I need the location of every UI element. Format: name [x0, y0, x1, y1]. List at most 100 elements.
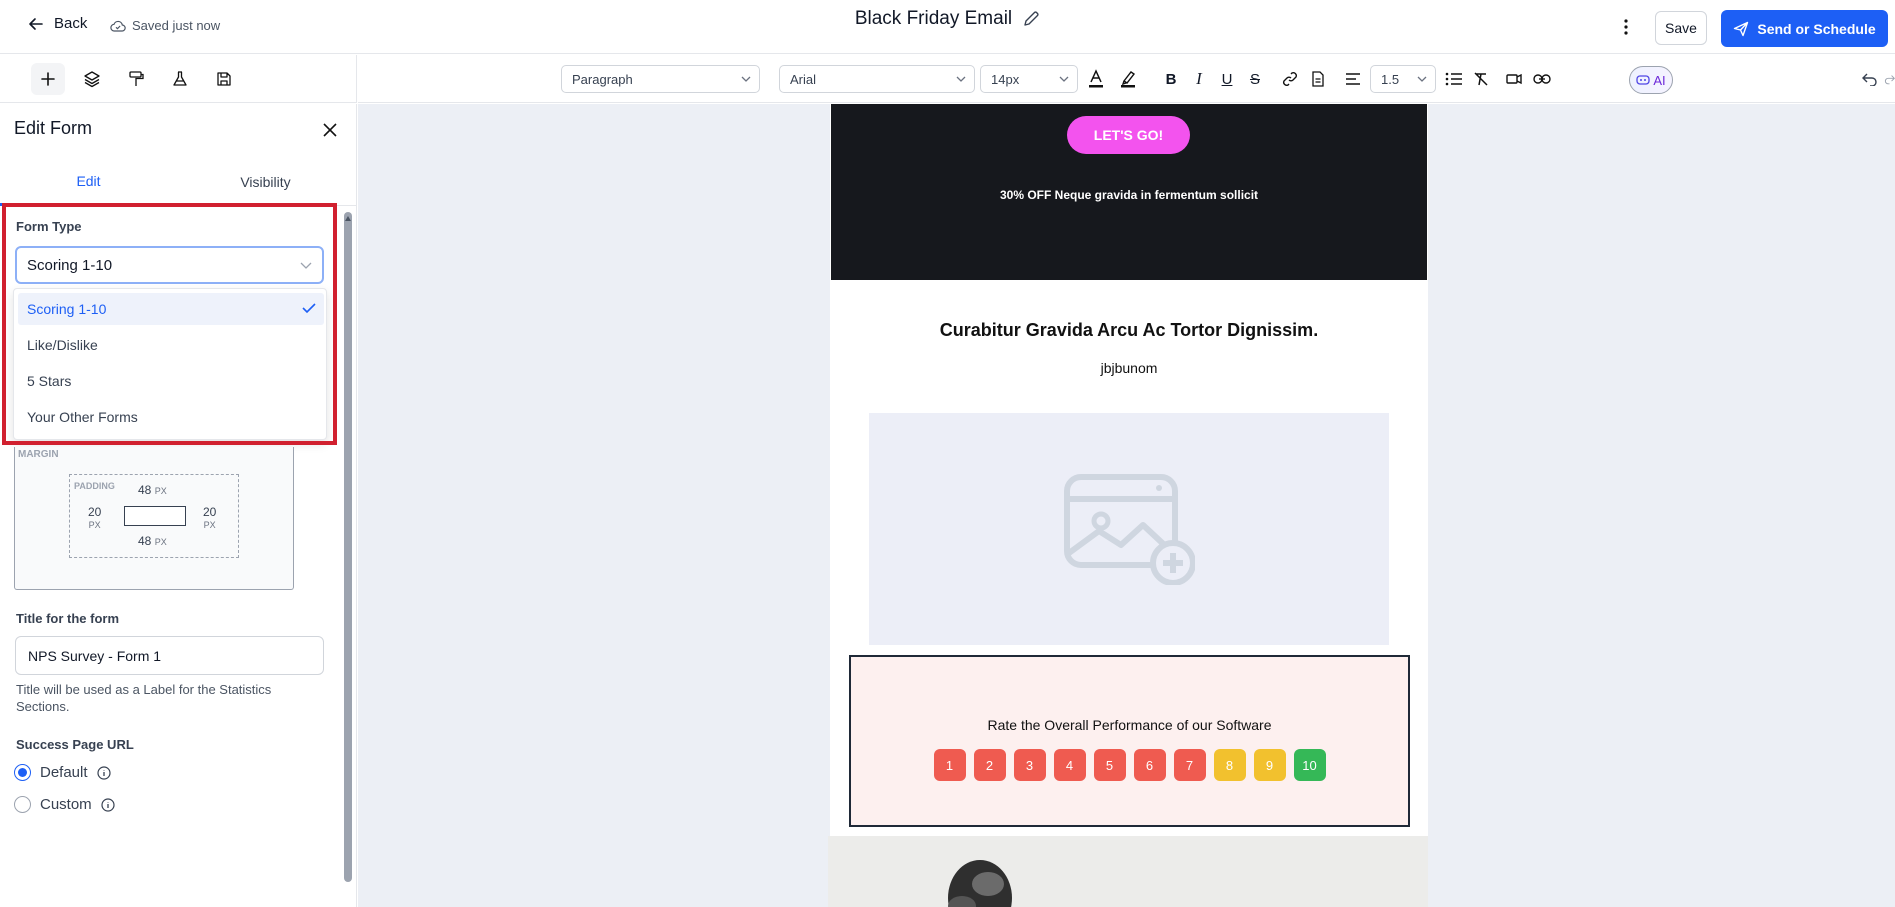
radio-label: Default [40, 764, 88, 781]
save-template-button[interactable] [207, 63, 241, 95]
scroll-up-arrow-icon[interactable] [344, 212, 352, 224]
bold-button[interactable]: B [1159, 67, 1183, 91]
clear-format-button[interactable] [1469, 67, 1493, 91]
embed-button[interactable] [1502, 67, 1526, 91]
padding-top-value[interactable]: 48 PX [138, 484, 167, 497]
chevron-down-icon [956, 76, 966, 82]
redo-icon [1884, 75, 1895, 85]
score-button-7[interactable]: 7 [1173, 749, 1206, 781]
align-left-icon [1346, 73, 1360, 85]
strikethrough-button[interactable]: S [1243, 67, 1267, 91]
option-label: Scoring 1-10 [27, 301, 107, 317]
nps-survey-block[interactable]: Rate the Overall Performance of our Soft… [849, 655, 1410, 827]
highlight-color-button[interactable] [1116, 67, 1140, 91]
line-height-value: 1.5 [1381, 71, 1400, 87]
plus-icon [41, 72, 55, 86]
margin-label: MARGIN [18, 449, 59, 460]
close-panel-button[interactable] [320, 120, 340, 140]
align-button[interactable] [1341, 67, 1365, 91]
footer-image-block[interactable] [828, 836, 1428, 907]
add-element-button[interactable] [31, 63, 65, 95]
styles-button[interactable] [119, 63, 153, 95]
success-default-radio[interactable]: Default [14, 764, 111, 781]
info-icon[interactable] [101, 797, 115, 812]
layers-button[interactable] [75, 63, 109, 95]
block-type-select[interactable]: Paragraph [561, 65, 760, 93]
form-type-option-scoring[interactable]: Scoring 1-10 [18, 293, 324, 325]
form-type-select[interactable]: Scoring 1-10 [15, 246, 324, 284]
pencil-icon[interactable] [1022, 10, 1040, 28]
block-type-value: Paragraph [572, 71, 633, 87]
arrow-left-icon [29, 17, 43, 30]
text-color-button[interactable] [1084, 67, 1108, 91]
score-button-5[interactable]: 5 [1093, 749, 1126, 781]
image-placeholder[interactable] [869, 413, 1389, 645]
score-button-6[interactable]: 6 [1133, 749, 1166, 781]
padding-bottom-value[interactable]: 48 PX [138, 535, 167, 548]
nps-question: Rate the Overall Performance of our Soft… [987, 717, 1272, 733]
merge-field-button[interactable] [1306, 67, 1330, 91]
score-buttons: 1 2 3 4 5 6 7 8 9 10 [851, 749, 1408, 781]
font-family-select[interactable]: Arial [779, 65, 975, 93]
italic-icon: I [1196, 69, 1202, 88]
floppy-disk-icon [217, 72, 231, 86]
link-icon [1283, 72, 1297, 86]
hero-promo-text[interactable]: 30% OFF Neque gravida in fermentum solli… [831, 188, 1427, 202]
ai-assistant-button[interactable]: AI [1629, 66, 1673, 94]
underline-icon: U [1221, 70, 1233, 88]
underline-button[interactable]: U [1215, 67, 1239, 91]
form-type-option-other-forms[interactable]: Your Other Forms [18, 401, 324, 433]
unlink-button[interactable] [1530, 67, 1554, 91]
score-button-9[interactable]: 9 [1253, 749, 1286, 781]
panel-scrollbar[interactable] [344, 212, 352, 882]
form-title-input[interactable]: NPS Survey - Form 1 [15, 636, 324, 675]
padding-top-number: 48 [138, 483, 152, 497]
score-button-3[interactable]: 3 [1013, 749, 1046, 781]
chevron-down-icon [1059, 76, 1069, 82]
radio-label: Custom [40, 796, 92, 813]
score-button-1[interactable]: 1 [933, 749, 966, 781]
success-custom-radio[interactable]: Custom [14, 796, 115, 813]
padding-right-value[interactable]: 20 PX [203, 506, 216, 531]
link-button[interactable] [1278, 67, 1302, 91]
send-or-schedule-button[interactable]: Send or Schedule [1721, 10, 1888, 47]
line-height-select[interactable]: 1.5 [1370, 65, 1436, 93]
close-icon [323, 123, 337, 137]
back-button[interactable]: Back [28, 15, 87, 32]
option-label: Like/Dislike [27, 337, 98, 353]
more-options-button[interactable] [1614, 14, 1638, 40]
info-icon[interactable] [96, 765, 111, 780]
test-button[interactable] [163, 63, 197, 95]
back-label: Back [54, 15, 88, 32]
list-icon [1445, 72, 1462, 86]
send-label: Send or Schedule [1757, 20, 1876, 37]
font-size-select[interactable]: 14px [980, 65, 1078, 93]
redo-button[interactable] [1884, 67, 1895, 91]
tab-edit[interactable]: Edit [0, 158, 177, 206]
panel-tabs: Edit Visibility [0, 158, 357, 206]
score-button-2[interactable]: 2 [973, 749, 1006, 781]
score-button-4[interactable]: 4 [1053, 749, 1086, 781]
score-button-10[interactable]: 10 [1293, 749, 1326, 781]
score-button-8[interactable]: 8 [1213, 749, 1246, 781]
undo-button[interactable] [1858, 67, 1882, 91]
bullet-list-button[interactable] [1442, 67, 1466, 91]
form-type-option-like-dislike[interactable]: Like/Dislike [18, 329, 324, 361]
italic-button[interactable]: I [1187, 67, 1211, 91]
padding-left-value[interactable]: 20 PX [88, 506, 101, 531]
layers-icon [84, 71, 100, 88]
chain-link-icon [1533, 74, 1551, 84]
form-type-option-5-stars[interactable]: 5 Stars [18, 365, 324, 397]
save-button[interactable]: Save [1655, 11, 1707, 45]
text-color-icon [1089, 69, 1103, 88]
radio-selected-icon [14, 764, 31, 781]
padding-right-number: 20 [203, 505, 217, 519]
lets-go-button[interactable]: LET'S GO! [1067, 116, 1190, 154]
success-url-label: Success Page URL [16, 737, 134, 752]
product-photo [948, 860, 1012, 907]
embed-icon [1506, 73, 1522, 85]
tab-visibility[interactable]: Visibility [177, 158, 354, 206]
email-heading[interactable]: Curabitur Gravida Arcu Ac Tortor Digniss… [831, 320, 1427, 341]
font-family-value: Arial [790, 71, 817, 87]
email-subtext[interactable]: jbjbunom [831, 360, 1427, 376]
